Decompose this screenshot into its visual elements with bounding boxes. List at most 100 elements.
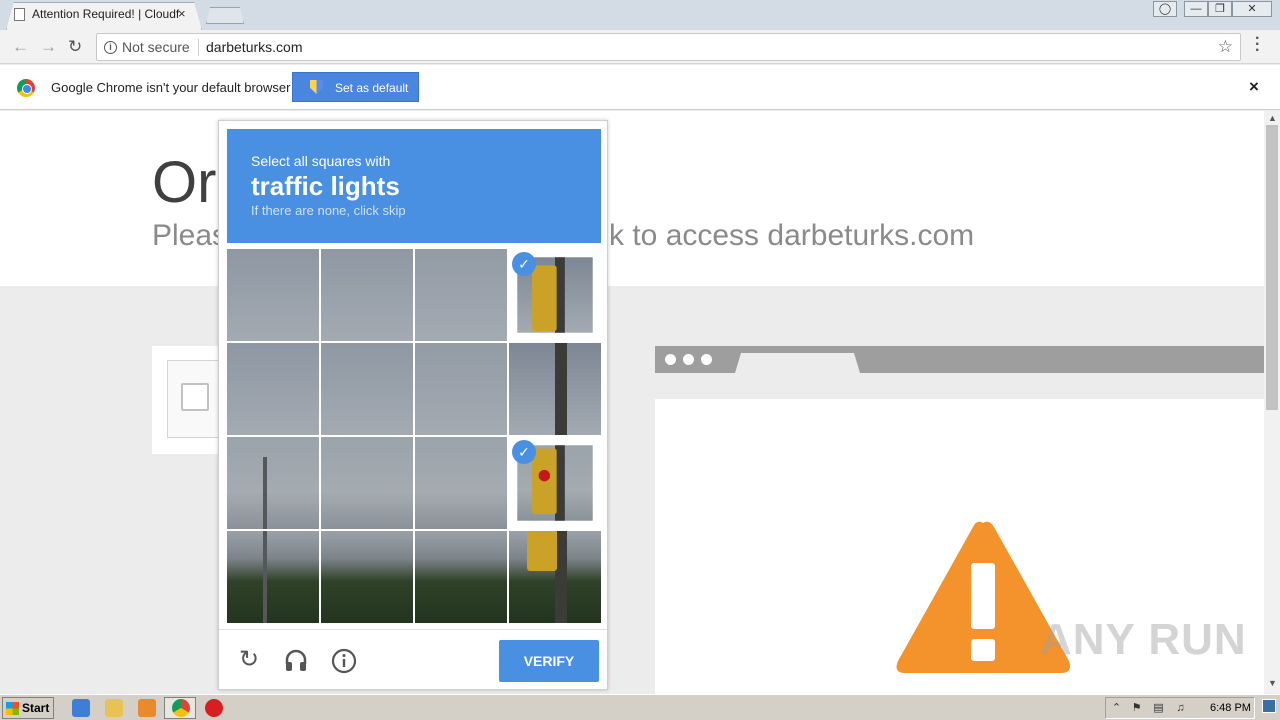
bookmark-star-icon[interactable]: ☆ — [1218, 37, 1233, 57]
set-as-default-button[interactable]: Set as default — [292, 72, 419, 102]
file-explorer-icon[interactable] — [105, 699, 123, 717]
captcha-tile-image — [509, 531, 601, 623]
chrome-menu-icon[interactable]: · · · — [1255, 31, 1260, 59]
illustration-dot — [701, 354, 712, 365]
challenge-target: traffic lights — [251, 171, 400, 201]
site-info-icon[interactable]: i — [104, 41, 117, 54]
anyrun-watermark: ANY RUN — [1040, 615, 1247, 664]
illustration-tab — [735, 353, 860, 373]
traffic-light — [532, 265, 557, 332]
traffic-light — [527, 531, 557, 571]
recaptcha-widget — [152, 346, 222, 454]
illustration-dot — [665, 354, 676, 365]
url-text[interactable]: darbeturks.com — [206, 39, 302, 55]
traffic-pole — [555, 343, 567, 435]
new-tab-button[interactable] — [206, 7, 244, 24]
illustration-titlebar — [655, 346, 1264, 373]
show-desktop-icon[interactable] — [1262, 699, 1276, 713]
captcha-tile-image — [227, 343, 319, 435]
captcha-tile[interactable] — [321, 249, 413, 341]
captcha-tile[interactable] — [321, 531, 413, 623]
default-browser-infobar: Google Chrome isn't your default browser… — [0, 65, 1280, 110]
tab-title: Attention Required! | Cloudf — [32, 7, 180, 21]
chrome-taskbar-button[interactable] — [164, 697, 196, 719]
recaptcha-checkbox[interactable] — [181, 383, 209, 411]
security-label[interactable]: Not secure — [122, 39, 190, 55]
captcha-tile-image — [321, 343, 413, 435]
reload-icon[interactable]: ↻ — [68, 37, 82, 57]
back-icon[interactable]: ← — [12, 37, 29, 57]
captcha-tile[interactable] — [227, 531, 319, 623]
captcha-tile-image — [227, 437, 319, 529]
page-content: Or Pleas k to access darbeturks.com ANY … — [0, 111, 1264, 720]
captcha-tile-image — [509, 343, 601, 435]
start-button[interactable]: Start — [2, 697, 54, 719]
street-lamp — [263, 531, 267, 623]
captcha-tile[interactable] — [509, 343, 601, 435]
media-player-icon[interactable] — [138, 699, 156, 717]
page-subtitle-left: Pleas — [152, 219, 228, 252]
captcha-tile[interactable] — [415, 437, 507, 529]
challenge-image-grid: ✓ ✓ — [227, 249, 601, 623]
tab-content: Attention Required! | Cloudf — [14, 6, 184, 22]
infobar-close-icon[interactable]: × — [1249, 77, 1259, 97]
network-icon[interactable]: ▤ — [1152, 702, 1165, 715]
help-info-icon[interactable] — [331, 648, 357, 674]
challenge-instruction: Select all squares with — [251, 153, 391, 169]
windows-logo-icon — [6, 702, 19, 715]
page-subtitle-right: k to access darbeturks.com — [609, 219, 975, 252]
captcha-tile-image — [321, 437, 413, 529]
window-close-icon[interactable]: ✕ — [1232, 1, 1272, 17]
address-bar[interactable]: i Not secure darbeturks.com ☆ — [96, 33, 1241, 61]
omnibox-separator — [198, 39, 199, 56]
captcha-tile[interactable] — [415, 343, 507, 435]
challenge-footer: ↻ VERIFY — [219, 629, 607, 689]
captcha-tile[interactable] — [415, 249, 507, 341]
user-profile-icon[interactable]: ◯ — [1153, 1, 1177, 17]
captcha-tile[interactable]: ✓ — [509, 437, 601, 529]
challenge-hint: If there are none, click skip — [251, 203, 406, 218]
chrome-icon — [172, 699, 190, 717]
street-lamp — [263, 457, 267, 529]
captcha-tile[interactable] — [509, 531, 601, 623]
reload-challenge-icon[interactable]: ↻ — [236, 648, 262, 674]
page-scrollbar[interactable]: ▲ ▼ — [1264, 111, 1280, 694]
captcha-tile-image — [415, 343, 507, 435]
recaptcha-challenge: Select all squares with traffic lights I… — [218, 120, 608, 690]
minimize-icon[interactable]: — — [1184, 1, 1208, 17]
illustration-body — [655, 399, 1264, 720]
captcha-tile[interactable]: ✓ — [509, 249, 601, 341]
captcha-tile[interactable] — [321, 437, 413, 529]
tab-close-icon[interactable]: × — [178, 6, 186, 21]
taskbar-clock[interactable]: 6:48 PM — [1210, 702, 1251, 714]
captcha-tile-image — [227, 531, 319, 623]
volume-icon[interactable]: ♫ — [1174, 702, 1187, 715]
scroll-up-icon[interactable]: ▲ — [1268, 113, 1277, 123]
security-app-icon[interactable] — [205, 699, 223, 717]
audio-challenge-icon[interactable] — [283, 648, 309, 674]
set-as-default-label: Set as default — [335, 81, 409, 95]
page-icon — [14, 7, 25, 21]
browser-titlebar: Attention Required! | Cloudf × ◯ — ❐ ✕ — [0, 0, 1280, 30]
captcha-tile[interactable] — [227, 437, 319, 529]
browser-toolbar: ← → ↻ i Not secure darbeturks.com ☆ · · · — [0, 30, 1280, 64]
system-tray: ⌃ ⚑ ▤ ♫ 6:48 PM — [1105, 697, 1255, 719]
verify-button[interactable]: VERIFY — [499, 640, 599, 682]
challenge-header: Select all squares with traffic lights I… — [227, 129, 601, 243]
internet-explorer-icon[interactable] — [72, 699, 90, 717]
restore-icon[interactable]: ❐ — [1208, 1, 1232, 17]
captcha-tile[interactable] — [227, 343, 319, 435]
captcha-tile-image — [415, 249, 507, 341]
infobar-message: Google Chrome isn't your default browser — [51, 80, 291, 95]
scroll-down-icon[interactable]: ▼ — [1268, 678, 1277, 688]
screen: Attention Required! | Cloudf × ◯ — ❐ ✕ ←… — [0, 0, 1280, 720]
captcha-tile[interactable] — [415, 531, 507, 623]
forward-icon[interactable]: → — [40, 37, 57, 57]
scrollbar-thumb[interactable] — [1266, 125, 1278, 410]
tile-selected-check-icon: ✓ — [512, 440, 536, 464]
windows-taskbar: Start ⌃ ⚑ ▤ ♫ 6:48 PM — [0, 694, 1280, 720]
tray-expand-icon[interactable]: ⌃ — [1110, 702, 1123, 715]
captcha-tile[interactable] — [321, 343, 413, 435]
captcha-tile[interactable] — [227, 249, 319, 341]
action-center-flag-icon[interactable]: ⚑ — [1130, 702, 1143, 715]
